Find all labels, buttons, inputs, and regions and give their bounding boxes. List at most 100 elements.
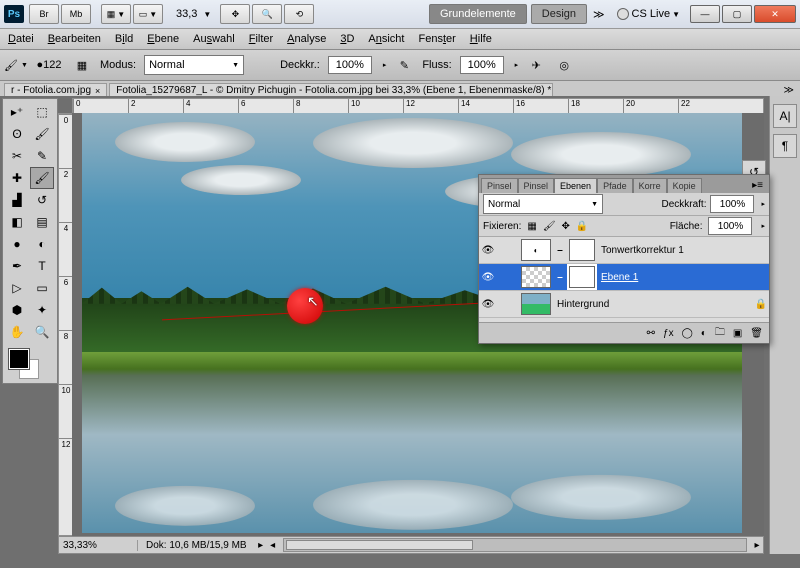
link-layers-icon[interactable]: ⚯ [647,328,655,339]
hand-tool[interactable]: ✋ [5,321,29,343]
layer-blend-dropdown[interactable]: Normal▼ [483,194,603,214]
layers-panel[interactable]: Pinsel Pinsel Ebenen Pfade Korre Kopie ▸… [478,174,770,344]
lock-pixels-icon[interactable]: 🖌 [543,221,556,232]
tablet-pressure-button[interactable]: ◎ [554,55,574,75]
workspace-more-icon[interactable]: ≫ [593,8,605,21]
brush-panel-toggle[interactable]: ▦ [72,55,92,75]
adjustment-layer-icon[interactable]: ◐ [701,328,707,339]
dodge-tool[interactable]: ◐ [30,233,54,255]
layer-style-icon[interactable]: ƒx [663,328,674,339]
document-tab-2[interactable]: Fotolia_15279687_L - © Dmitry Pichugin -… [109,83,553,97]
status-info-drop-icon[interactable]: ▸ [255,540,267,551]
layer-row[interactable]: 👁 Hintergrund 🔒 [479,291,769,318]
menu-ebene[interactable]: Ebene [147,33,179,45]
arrange-docs-button[interactable]: ▦▼ [101,4,131,24]
minibridge-button[interactable]: Mb [61,4,91,24]
brush-preset[interactable]: ●122 [34,55,64,75]
character-panel-icon[interactable]: A| [773,104,797,128]
pen-tool[interactable]: ✒ [5,255,29,277]
hand-tool-button[interactable]: ✥ [220,4,250,24]
visibility-icon[interactable]: 👁 [481,299,495,310]
zoom-level[interactable]: 33,3 [176,8,197,20]
scrollbar-thumb[interactable] [286,540,473,550]
screen-mode-button[interactable]: ▭▼ [133,4,163,24]
menu-auswahl[interactable]: Auswahl [193,33,235,45]
quick-select-tool[interactable]: 🖌 [30,123,54,145]
zoom-tool[interactable]: 🔍 [30,321,54,343]
lock-position-icon[interactable]: ✥ [562,221,570,232]
layer-thumb[interactable] [521,293,551,315]
opacity-scrub-icon[interactable]: ▸ [383,61,387,69]
flow-input[interactable]: 100% [460,56,504,74]
zoom-drop-icon[interactable]: ▼ [203,10,211,19]
menu-ansicht[interactable]: Ansicht [368,33,404,45]
crop-tool[interactable]: ✂ [5,145,29,167]
panel-tab-ebenen[interactable]: Ebenen [554,178,597,193]
type-tool[interactable]: T [30,255,54,277]
minimize-button[interactable]: — [690,5,720,23]
close-tab-icon[interactable]: × [95,86,100,96]
menu-bearbeiten[interactable]: Bearbeiten [48,33,101,45]
3d-tool[interactable]: ⬢ [5,299,29,321]
rotate-view-button[interactable]: ⟲ [284,4,314,24]
status-doc-info[interactable]: Dok: 10,6 MB/15,9 MB [138,540,255,551]
workspace-design[interactable]: Design [531,4,587,24]
maximize-button[interactable]: ▢ [722,5,752,23]
layer-name[interactable]: Ebene 1 [601,272,638,283]
color-swatches[interactable] [5,345,55,381]
opacity-input[interactable]: 100% [328,56,372,74]
marquee-tool[interactable]: ⬚ [30,101,54,123]
zoom-tool-button[interactable]: 🔍 [252,4,282,24]
tab-overflow-icon[interactable]: ≫ [784,85,794,96]
brush-tool[interactable]: 🖌 [30,167,54,189]
h-scrollbar[interactable] [283,538,747,552]
panel-tab-pfade[interactable]: Pfade [597,178,633,193]
menu-datei[interactable]: Datei [8,33,34,45]
scroll-left-icon[interactable]: ◂ [267,540,279,551]
layer-row[interactable]: 👁 ◐ ⎯ Tonwertkorrektur 1 [479,237,769,264]
stamp-tool[interactable]: ▟ [5,189,29,211]
layer-mask-thumb[interactable] [569,239,595,261]
menu-hilfe[interactable]: Hilfe [470,33,492,45]
menu-filter[interactable]: Filter [249,33,273,45]
path-select-tool[interactable]: ▷ [5,277,29,299]
lock-transparent-icon[interactable]: ▦ [527,221,536,232]
eraser-tool[interactable]: ◧ [5,211,29,233]
flow-scrub-icon[interactable]: ▸ [515,61,519,69]
visibility-icon[interactable]: 👁 [481,272,495,283]
layer-mask-icon[interactable]: ◯ [682,328,693,339]
layer-name[interactable]: Tonwertkorrektur 1 [601,245,684,256]
lock-all-icon[interactable]: 🔒 [576,221,588,232]
lasso-tool[interactable]: ʘ [5,123,29,145]
close-button[interactable]: ✕ [754,5,796,23]
visibility-icon[interactable]: 👁 [481,245,495,256]
menu-analyse[interactable]: Analyse [287,33,326,45]
menu-bild[interactable]: Bild [115,33,133,45]
delete-layer-icon[interactable]: 🗑 [750,328,763,339]
bridge-button[interactable]: Br [29,4,59,24]
airbrush-button[interactable]: ✈ [526,55,546,75]
paragraph-panel-icon[interactable]: ¶ [773,134,797,158]
shape-tool[interactable]: ▭ [30,277,54,299]
panel-tab-pinsel1[interactable]: Pinsel [481,178,518,193]
document-tab-1[interactable]: r - Fotolia.com.jpg× [4,83,107,97]
panel-tab-pinsel2[interactable]: Pinsel [518,178,555,193]
eyedropper-tool[interactable]: ✎ [30,145,54,167]
layer-opacity-input[interactable]: 100% [710,195,754,213]
new-layer-icon[interactable]: ▣ [733,328,742,339]
menu-fenster[interactable]: Fenster [418,33,455,45]
layer-mask-thumb[interactable] [569,266,595,288]
cslive-button[interactable]: CS Live▼ [617,8,680,20]
layer-thumb[interactable] [521,266,551,288]
status-zoom[interactable]: 33,33% [59,540,138,551]
foreground-swatch[interactable] [9,349,29,369]
adjustment-thumb[interactable]: ◐ [521,239,551,261]
panel-menu-icon[interactable]: ▸≡ [748,178,767,193]
panel-tab-korrektur[interactable]: Korre [633,178,667,193]
3d-camera-tool[interactable]: ✦ [30,299,54,321]
scroll-right-icon[interactable]: ▸ [751,540,763,551]
blend-mode-dropdown[interactable]: Normal▼ [144,55,244,75]
move-tool[interactable]: ▸⁺ [5,101,29,123]
layer-name[interactable]: Hintergrund [557,299,609,310]
gradient-tool[interactable]: ▤ [30,211,54,233]
